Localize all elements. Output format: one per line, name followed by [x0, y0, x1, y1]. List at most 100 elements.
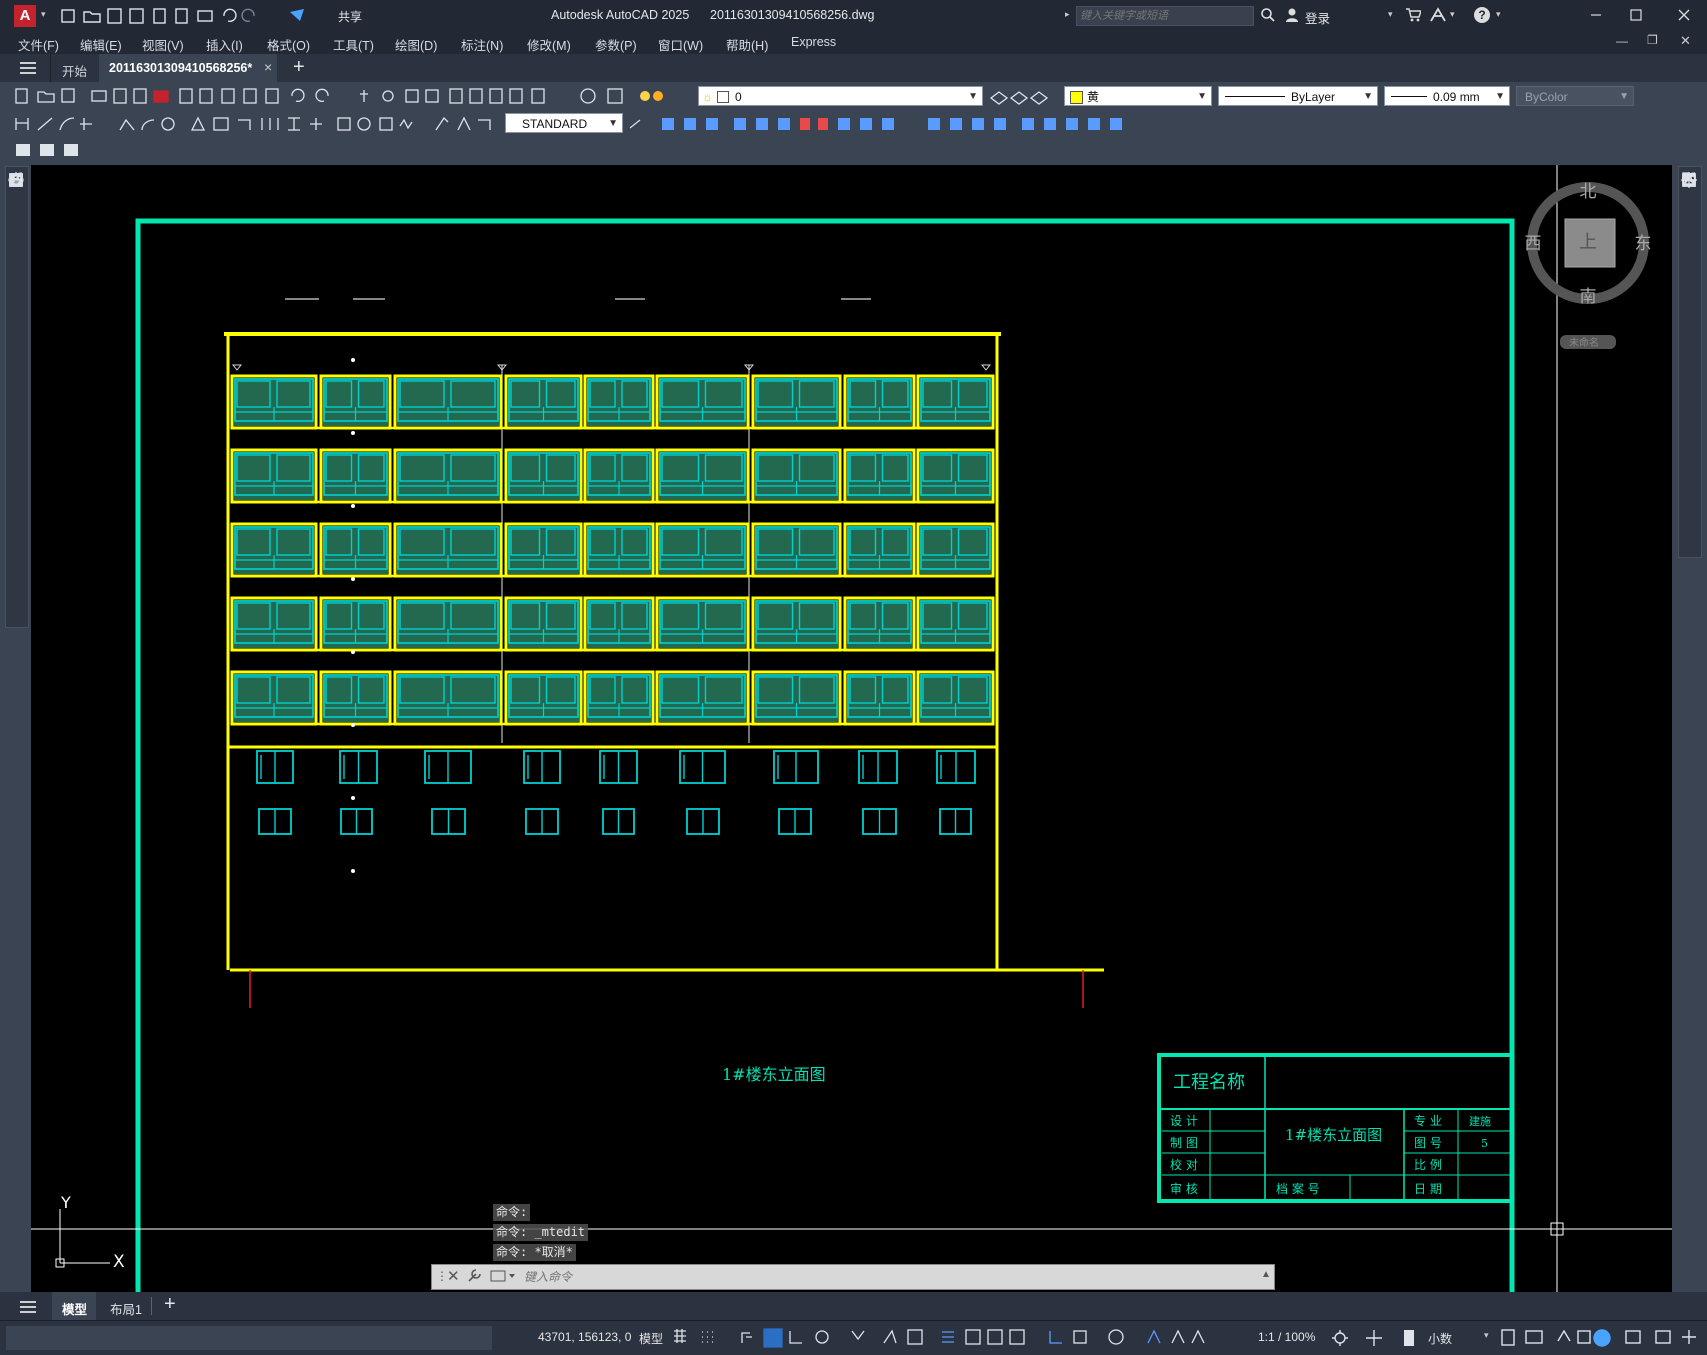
layer-combo[interactable]: ☼ 0 ▼ — [698, 86, 983, 106]
status-toggle-icons[interactable] — [672, 1327, 1252, 1349]
file-name: 20116301309410568256.dwg — [710, 8, 875, 22]
help-dropdown-icon[interactable]: ▾ — [1496, 9, 1501, 20]
share-label[interactable]: 共享 — [338, 8, 362, 25]
building-elevation — [224, 298, 1001, 970]
textstyle-combo[interactable]: STANDARD ▼ — [505, 113, 623, 133]
command-expand-icon[interactable]: ▲ — [1261, 1269, 1271, 1280]
autodesk-a360-icon[interactable] — [1429, 7, 1447, 26]
isodraft-icon — [815, 1330, 829, 1344]
linetype-dropdown-icon[interactable]: ▼ — [1363, 87, 1373, 107]
units-dropdown-icon[interactable]: ▾ — [1484, 1330, 1489, 1341]
login-link[interactable]: 登录 — [1305, 8, 1330, 27]
tab-close-icon[interactable]: × — [264, 59, 272, 75]
viewcube-east: 东 — [1635, 234, 1652, 254]
autocad-logo[interactable]: A — [14, 5, 36, 27]
draw-toolbar-icons[interactable] — [7, 170, 25, 620]
status-right-icons[interactable] — [1498, 1327, 1703, 1349]
menu-draw[interactable]: 绘图(D) — [395, 35, 437, 54]
plotstyle-combo: ByColor ▼ — [1516, 86, 1634, 106]
modify-toolbar-icons[interactable] — [628, 114, 1148, 134]
help-icon[interactable]: ? — [1474, 7, 1490, 23]
tab-model[interactable]: 模型 — [52, 1292, 96, 1320]
menu-tools[interactable]: 工具(T) — [333, 35, 374, 54]
drawing-canvas[interactable]: 工程名称 1#楼东立面图 设 计 制 图 校 对 审 核 档 案 号 专 业 建… — [31, 165, 1672, 1292]
lineweight-dropdown-icon[interactable]: ▼ — [1495, 87, 1505, 107]
annotation-scale-value[interactable]: 1:1 / 100% — [1258, 1330, 1315, 1344]
command-recent-icon[interactable] — [490, 1269, 516, 1286]
pipe-marker — [351, 723, 355, 727]
menu-edit[interactable]: 编辑(E) — [80, 35, 122, 54]
menu-file[interactable]: 文件(F) — [18, 35, 59, 54]
linetype-value: ByLayer — [1291, 90, 1336, 104]
a360-dropdown-icon[interactable]: ▾ — [1450, 9, 1455, 20]
extra-toolbar-icons[interactable] — [12, 140, 82, 160]
undo-icon — [223, 8, 237, 23]
units-value[interactable]: 小数 — [1428, 1330, 1452, 1347]
new-tab-button[interactable]: + — [293, 56, 305, 79]
doc-restore-button[interactable]: ❐ — [1647, 33, 1658, 47]
publish-icon — [175, 8, 188, 24]
menu-insert[interactable]: 插入(I) — [206, 35, 243, 54]
cart-icon[interactable] — [1405, 7, 1422, 26]
viewcube[interactable]: 上 北 南 东 西 未命名 — [1525, 182, 1652, 349]
textstyle-dropdown-icon[interactable]: ▼ — [608, 114, 618, 134]
menu-bar — [0, 32, 1707, 54]
ucs-icon — [55, 1209, 110, 1268]
menu-modify[interactable]: 修改(M) — [527, 35, 571, 54]
menu-format[interactable]: 格式(O) — [267, 35, 310, 54]
minimize-button[interactable] — [1586, 6, 1606, 24]
command-close-icon[interactable]: ✕ — [447, 1267, 460, 1285]
search-expand-icon[interactable]: ▸ — [1065, 9, 1070, 20]
menu-express[interactable]: Express — [791, 35, 836, 49]
workspace-icons[interactable] — [1330, 1327, 1390, 1349]
modify-toolbar — [1672, 162, 1707, 1292]
coordinates-readout[interactable]: 43701, 156123, 0 — [538, 1330, 631, 1344]
viewcube-south: 南 — [1580, 287, 1597, 307]
app-menu-chevron-icon[interactable]: ▾ — [41, 9, 46, 20]
search-input[interactable] — [1076, 6, 1254, 26]
file-tab-bar: 开始 20116301309410568256* × + — [0, 54, 1707, 83]
doc-close-button[interactable]: ✕ — [1680, 33, 1691, 49]
doc-minimize-button[interactable]: — — [1616, 34, 1628, 48]
dimension-toolbar-icons[interactable] — [8, 114, 498, 134]
menu-dimension[interactable]: 标注(N) — [461, 35, 503, 54]
ground-window-mullion — [343, 751, 360, 783]
saveas-icon — [129, 8, 144, 24]
command-customize-icon[interactable] — [466, 1268, 482, 1287]
tb-drafting: 制 图 — [1170, 1136, 1198, 1150]
login-dropdown-icon[interactable]: ▾ — [1388, 9, 1393, 20]
user-icon[interactable] — [1284, 7, 1300, 26]
menu-view[interactable]: 视图(V) — [142, 35, 184, 54]
menu-parametric[interactable]: 参数(P) — [595, 35, 637, 54]
layer-dropdown-icon[interactable]: ▼ — [968, 87, 978, 107]
ground-window-mullion — [862, 751, 879, 783]
tb-project-name: 工程名称 — [1173, 1072, 1245, 1093]
model-space-button[interactable]: 模型 — [639, 1330, 663, 1347]
layer-tools-icons[interactable] — [989, 86, 1049, 106]
standard-toolbar-icons[interactable] — [8, 86, 668, 106]
command-input[interactable] — [522, 1267, 1176, 1287]
command-history-line: 命令: — [493, 1204, 531, 1221]
layout-menu-icon[interactable] — [19, 1299, 37, 1318]
close-button[interactable] — [1674, 6, 1694, 24]
snap-icon — [702, 1331, 713, 1343]
infer-icon — [741, 1332, 752, 1343]
modify-side-icons[interactable] — [1680, 170, 1698, 550]
linetype-combo[interactable]: ByLayer ▼ — [1218, 86, 1378, 106]
tab-layout1[interactable]: 布局1 — [110, 1299, 142, 1318]
search-icon[interactable] — [1260, 7, 1276, 26]
tab-active-drawing[interactable]: 20116301309410568256* × — [99, 54, 277, 82]
menu-help[interactable]: 帮助(H) — [726, 35, 768, 54]
hamburger-menu-icon[interactable] — [19, 60, 37, 79]
color-combo[interactable]: 黄 ▼ — [1064, 86, 1212, 106]
viewcube-north: 北 — [1580, 182, 1597, 202]
units-icon[interactable] — [1404, 1330, 1414, 1346]
color-dropdown-icon[interactable]: ▼ — [1197, 87, 1207, 107]
maximize-button[interactable] — [1626, 6, 1646, 24]
add-layout-button[interactable]: + — [164, 1293, 176, 1316]
rain-hopper — [231, 364, 243, 371]
tab-start[interactable]: 开始 — [62, 61, 87, 80]
drawing-caption: 1#楼东立面图 — [722, 1065, 826, 1084]
menu-window[interactable]: 窗口(W) — [658, 35, 703, 54]
lineweight-combo[interactable]: 0.09 mm ▼ — [1384, 86, 1510, 106]
